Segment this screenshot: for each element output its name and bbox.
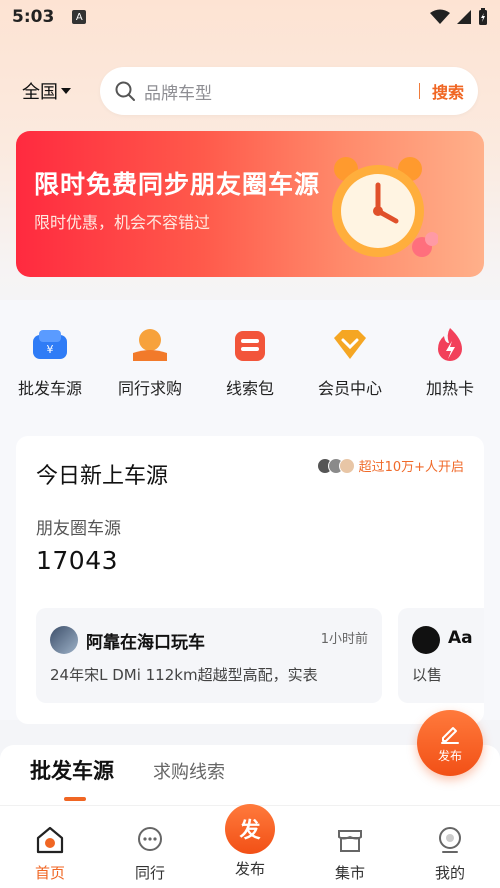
post-text: 24年宋L DMi 112km超越型高配，实表 <box>50 666 318 684</box>
market-icon <box>334 824 366 856</box>
moments-source-label: 朋友圈车源 <box>36 519 121 539</box>
user-count-badge: 超过10万+人开启 <box>358 460 464 475</box>
search-icon <box>115 81 135 101</box>
tab-wholesale[interactable]: 批发车源 <box>30 755 114 785</box>
hand-coin-icon <box>130 325 170 365</box>
quick-action-wholesale[interactable]: ¥ 批发车源 <box>0 325 100 399</box>
caret-down-icon <box>61 88 71 94</box>
promo-banner[interactable]: 限时免费同步朋友圈车源 限时优惠，机会不容错过 <box>16 131 484 277</box>
quick-action-label: 加热卡 <box>425 379 474 398</box>
quick-action-label: 线索包 <box>225 379 274 398</box>
user-avatars: 超过10万+人开启 <box>316 456 464 475</box>
chat-icon <box>134 824 166 856</box>
region-selector[interactable]: 全国 <box>22 78 71 104</box>
moments-source-count: 17043 <box>36 546 119 575</box>
search-button[interactable]: 搜索 <box>432 79 464 103</box>
wifi-icon <box>430 9 450 24</box>
avatar <box>412 626 440 654</box>
nav-label: 发布 <box>234 860 265 878</box>
battery-icon <box>479 8 487 25</box>
nav-label: 首页 <box>34 864 65 882</box>
profile-icon <box>434 824 466 856</box>
post-author: 阿靠在海口玩车 <box>86 633 205 653</box>
quick-action-label: 批发车源 <box>17 379 82 398</box>
quick-action-vip-center[interactable]: 会员中心 <box>300 325 400 399</box>
bottom-nav: 首页 同行 发 发布 集市 我的 <box>0 804 500 888</box>
nav-publish[interactable]: 发 发布 <box>200 804 300 888</box>
clue-package-icon <box>230 325 270 365</box>
floating-publish-button[interactable]: 发布 <box>417 710 483 776</box>
search-divider <box>418 83 420 99</box>
alarm-clock-icon <box>332 157 438 257</box>
today-listings-card[interactable]: 今日新上车源 超过10万+人开启 朋友圈车源 17043 阿靠在海口玩车 1小时… <box>16 436 484 724</box>
home-icon <box>34 824 66 856</box>
region-label: 全国 <box>22 82 58 103</box>
listing-post[interactable]: Aa 以售 <box>398 608 484 703</box>
status-indicators <box>430 8 488 26</box>
tab-purchase-clues[interactable]: 求购线索 <box>153 758 225 784</box>
svg-text:¥: ¥ <box>47 343 54 356</box>
nav-label: 我的 <box>434 864 465 882</box>
status-bar: 5:03 A <box>0 0 500 34</box>
quick-action-clue-package[interactable]: 线索包 <box>200 325 300 399</box>
quick-action-label: 会员中心 <box>317 379 382 398</box>
card-title: 今日新上车源 <box>36 464 169 489</box>
pencil-icon <box>441 727 459 744</box>
quick-actions: ¥ 批发车源 同行求购 线索包 会员中心 加热卡 <box>0 325 500 399</box>
nav-market[interactable]: 集市 <box>300 806 400 888</box>
nav-label: 同行 <box>134 864 165 882</box>
search-input[interactable]: 品牌车型 <box>144 79 419 104</box>
flame-icon <box>430 325 470 365</box>
car-tag-icon: ¥ <box>30 325 70 365</box>
fab-label: 发布 <box>437 749 462 763</box>
quick-action-label: 同行求购 <box>117 379 182 398</box>
search-bar[interactable]: 品牌车型 搜索 <box>100 67 478 115</box>
post-text: 以售 <box>412 666 443 684</box>
post-author: Aa <box>448 628 473 648</box>
banner-subtitle: 限时优惠，机会不容错过 <box>34 213 211 232</box>
nav-label: 集市 <box>334 864 365 882</box>
nav-peers[interactable]: 同行 <box>100 806 200 888</box>
status-time: 5:03 <box>12 7 55 27</box>
avatar <box>50 626 78 654</box>
quick-action-peer-purchase[interactable]: 同行求购 <box>100 325 200 399</box>
vip-diamond-icon <box>330 325 370 365</box>
avatar <box>338 457 355 474</box>
nav-profile[interactable]: 我的 <box>400 806 500 888</box>
publish-icon: 发 <box>225 804 275 854</box>
nav-home[interactable]: 首页 <box>0 806 100 888</box>
listing-post[interactable]: 阿靠在海口玩车 1小时前 24年宋L DMi 112km超越型高配，实表 <box>36 608 382 703</box>
post-time: 1小时前 <box>320 632 368 647</box>
notification-icon: A <box>72 10 87 24</box>
banner-title: 限时免费同步朋友圈车源 <box>34 170 321 199</box>
quick-action-boost-card[interactable]: 加热卡 <box>400 325 500 399</box>
tab-indicator <box>64 797 86 801</box>
signal-icon <box>457 10 471 24</box>
